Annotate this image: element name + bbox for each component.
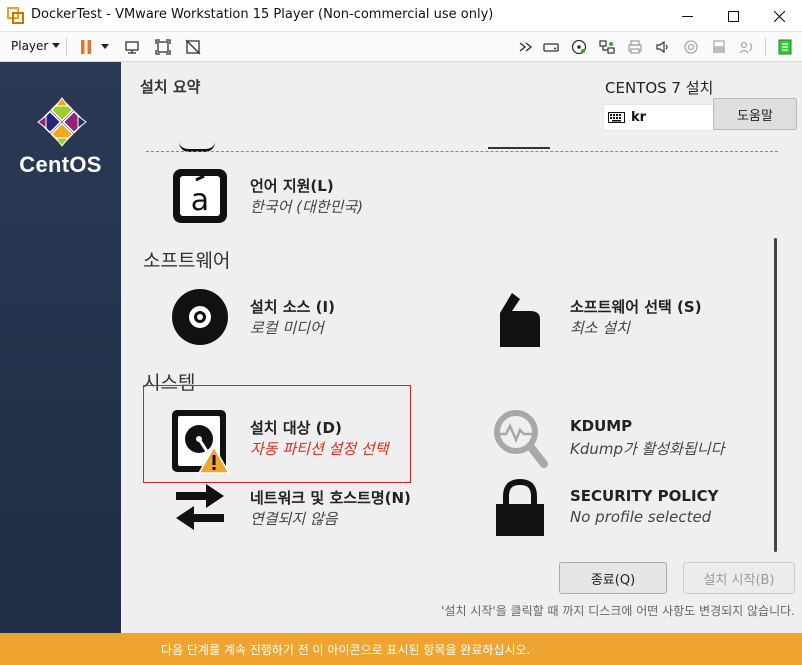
spoke-status: No profile selected bbox=[570, 508, 712, 526]
installation-summary-hub: 설치 요약 CENTOS 7 설치 kr 도움말 a 언어 지원(L) 한국어 … bbox=[121, 62, 802, 633]
package-icon bbox=[490, 287, 550, 347]
fullscreen-icon[interactable] bbox=[154, 39, 171, 55]
lock-icon bbox=[490, 478, 550, 538]
magnifier-icon bbox=[490, 408, 550, 468]
pause-icon[interactable] bbox=[77, 39, 94, 55]
quit-button[interactable]: 종료(Q) bbox=[559, 562, 667, 594]
spoke-installation-source[interactable]: 설치 소스 (I) 로컬 미디어 bbox=[170, 287, 430, 349]
close-button[interactable] bbox=[756, 0, 802, 32]
notes-icon[interactable] bbox=[776, 39, 793, 55]
install-product-title: CENTOS 7 설치 bbox=[605, 79, 714, 97]
spoke-security-policy[interactable]: SECURITY POLICY No profile selected bbox=[490, 478, 780, 540]
centos-logo-icon bbox=[36, 96, 88, 148]
svg-text:a: a bbox=[191, 183, 209, 218]
pause-dropdown-icon[interactable] bbox=[100, 39, 110, 55]
spoke-network-hostname[interactable]: 네트워크 및 호스트명(N) 연결되지 않음 bbox=[170, 478, 470, 540]
spoke-status: 최소 설치 bbox=[570, 319, 630, 337]
maximize-button[interactable] bbox=[710, 0, 756, 32]
spoke-status: 한국어 (대한민국) bbox=[250, 198, 364, 216]
cd-dvd-icon[interactable] bbox=[570, 39, 587, 55]
spoke-language-support[interactable]: a 언어 지원(L) 한국어 (대한민국) bbox=[170, 166, 430, 228]
spoke-status: Kdump가 활성화됩니다 bbox=[570, 440, 725, 458]
printer-icon[interactable] bbox=[626, 39, 643, 55]
spoke-kdump[interactable]: KDUMP Kdump가 활성화됩니다 bbox=[490, 408, 780, 470]
guest-display[interactable]: CentOS 설치 요약 CENTOS 7 설치 kr 도움말 a 언어 지원(… bbox=[0, 62, 802, 665]
toolbar-divider bbox=[66, 38, 67, 56]
window-title: DockerTest - VMware Workstation 15 Playe… bbox=[31, 7, 494, 22]
player-toolbar: Player bbox=[0, 32, 802, 62]
begin-installation-button[interactable]: 설치 시작(B) bbox=[683, 562, 795, 594]
player-menu-label: Player bbox=[11, 39, 49, 53]
disk-change-hint: '설치 시작'을 클릭할 때 까지 디스크에 어떤 사항도 변경되지 않습니다. bbox=[441, 604, 795, 618]
warning-bar: 다음 단계를 계속 진행하기 전 이 아이콘으로 표시된 항목을 완료하십시오. bbox=[121, 633, 802, 665]
keyboard-icon bbox=[608, 112, 625, 123]
language-icon: a bbox=[170, 166, 230, 226]
chevron-down-icon bbox=[52, 43, 61, 48]
hub-scrollbar[interactable] bbox=[774, 238, 777, 552]
centos-logo-text: CentOS bbox=[19, 152, 102, 177]
spoke-status: 연결되지 않음 bbox=[250, 510, 338, 528]
minimize-button[interactable] bbox=[664, 0, 710, 32]
spoke-status: 로컬 미디어 bbox=[250, 319, 324, 337]
help-button[interactable]: 도움말 bbox=[713, 98, 797, 130]
section-heading-software: 소프트웨어 bbox=[143, 250, 231, 272]
scroll-divider bbox=[146, 151, 778, 152]
spoke-software-selection[interactable]: 소프트웨어 선택 (S) 최소 설치 bbox=[490, 287, 780, 349]
title-bar: DockerTest - VMware Workstation 15 Playe… bbox=[0, 0, 802, 32]
toolbar-divider bbox=[765, 38, 766, 56]
camera-icon[interactable] bbox=[682, 39, 699, 55]
disc-icon bbox=[170, 287, 230, 347]
player-menu[interactable]: Player bbox=[11, 39, 61, 53]
warning-bar-text: 다음 단계를 계속 진행하기 전 이 아이콘으로 표시된 항목을 완료하십시오. bbox=[161, 643, 531, 657]
vmware-player-window: DockerTest - VMware Workstation 15 Playe… bbox=[0, 0, 802, 665]
more-devices-icon[interactable] bbox=[517, 39, 534, 55]
network-arrows-icon bbox=[170, 478, 230, 538]
vmware-app-icon bbox=[7, 7, 25, 25]
unity-icon[interactable] bbox=[184, 39, 201, 55]
network-adapter-icon[interactable] bbox=[598, 39, 615, 55]
send-ctrl-alt-del-icon[interactable] bbox=[123, 39, 140, 55]
warning-bar-left bbox=[0, 633, 121, 665]
page-title: 설치 요약 bbox=[140, 78, 201, 96]
spoke-title: 언어 지원(L) bbox=[250, 177, 334, 195]
anaconda-sidebar: CentOS bbox=[0, 62, 121, 633]
spoke-title: 설치 소스 (I) bbox=[250, 298, 335, 316]
usb-device-icon[interactable] bbox=[710, 39, 727, 55]
spoke-title: 네트워크 및 호스트명(N) bbox=[250, 489, 411, 507]
spoke-title: SECURITY POLICY bbox=[570, 487, 719, 505]
red-annotation-box bbox=[143, 385, 411, 483]
sound-card-icon[interactable] bbox=[654, 39, 671, 55]
hard-disk-icon[interactable] bbox=[542, 39, 559, 55]
spoke-title: KDUMP bbox=[570, 417, 633, 435]
message-log-icon[interactable] bbox=[738, 39, 755, 55]
keyboard-layout-indicator[interactable]: kr bbox=[603, 104, 715, 131]
keyboard-layout-label: kr bbox=[631, 110, 647, 125]
scrolled-icon-fragment bbox=[488, 147, 550, 149]
spoke-title: 소프트웨어 선택 (S) bbox=[570, 298, 702, 316]
